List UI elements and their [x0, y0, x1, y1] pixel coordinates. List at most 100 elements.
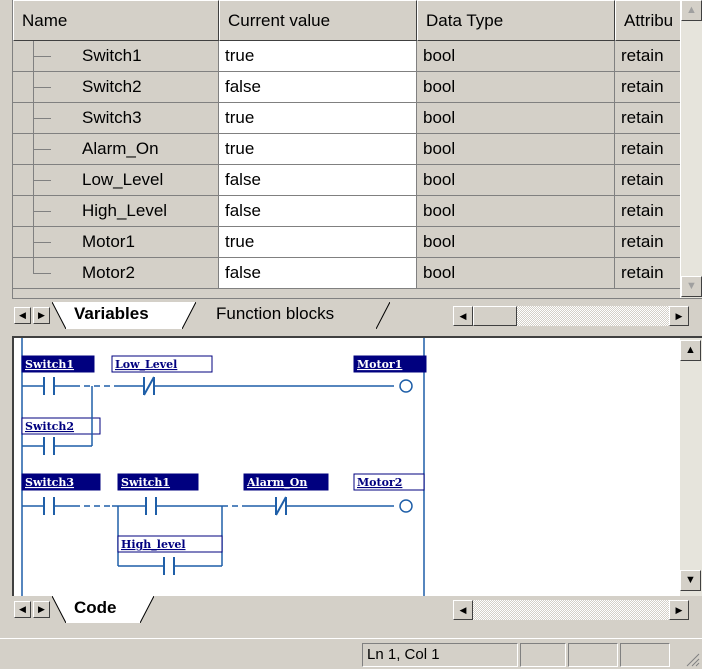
table-row[interactable]: Motor1 true bool retain: [13, 227, 680, 258]
label-text: Low_Level: [115, 358, 177, 372]
cell-data-type[interactable]: bool: [417, 227, 615, 258]
tab-scroll-left-icon[interactable]: ◀: [14, 601, 31, 618]
cell-attribute[interactable]: retain: [615, 258, 680, 289]
scroll-right-arrow-icon[interactable]: ▶: [669, 306, 689, 326]
cell-data-type[interactable]: bool: [417, 41, 615, 72]
tab-scroll-right-icon[interactable]: ▶: [33, 601, 50, 618]
variable-name: Switch2: [82, 77, 142, 96]
scroll-up-arrow-icon[interactable]: ▲: [681, 0, 702, 21]
horizontal-scroll-track[interactable]: [473, 600, 669, 620]
scroll-left-arrow-icon[interactable]: ◀: [453, 600, 473, 620]
grid-horizontal-scrollbar[interactable]: ◀ ▶: [452, 305, 690, 327]
table-row[interactable]: Switch3 true bool retain: [13, 103, 680, 134]
cell-current-value[interactable]: true: [219, 103, 417, 134]
tab-variables[interactable]: Variables: [66, 302, 182, 329]
type-text: bool: [423, 170, 456, 189]
type-text: bool: [423, 46, 456, 65]
status-bar: Ln 1, Col 1: [0, 638, 702, 669]
grid-vertical-scrollbar[interactable]: ▲ ▼: [680, 0, 702, 298]
scroll-left-arrow-icon[interactable]: ◀: [453, 306, 473, 326]
column-header-current-value[interactable]: Current value: [219, 0, 417, 41]
cell-data-type[interactable]: bool: [417, 258, 615, 289]
scroll-right-arrow-icon[interactable]: ▶: [669, 600, 689, 620]
cell-attribute[interactable]: retain: [615, 72, 680, 103]
status-panel: [568, 643, 618, 667]
cell-current-value[interactable]: false: [219, 196, 417, 227]
variables-grid: Name Current value Data Type Attribu Swi…: [12, 0, 680, 298]
contact-label[interactable]: Switch1: [21, 355, 95, 373]
table-row[interactable]: Low_Level false bool retain: [13, 165, 680, 196]
tree-line: [33, 273, 51, 274]
cell-name[interactable]: Motor2: [13, 258, 219, 289]
cell-name[interactable]: Switch1: [13, 41, 219, 72]
scroll-down-arrow-icon[interactable]: ▼: [680, 570, 701, 591]
variable-name: Low_Level: [82, 170, 164, 189]
cell-data-type[interactable]: bool: [417, 134, 615, 165]
tab-scroll-right-icon[interactable]: ▶: [33, 307, 50, 324]
value-text: false: [225, 77, 261, 96]
cell-name[interactable]: Low_Level: [13, 165, 219, 196]
cell-current-value[interactable]: false: [219, 72, 417, 103]
contact-label[interactable]: Switch1: [117, 473, 199, 491]
tree-line: [33, 149, 51, 150]
table-row[interactable]: Motor2 false bool retain: [13, 258, 680, 289]
cell-data-type[interactable]: bool: [417, 103, 615, 134]
label-text: Motor2: [357, 476, 402, 489]
cell-current-value[interactable]: false: [219, 165, 417, 196]
tree-line: [33, 180, 51, 181]
cell-name[interactable]: High_Level: [13, 196, 219, 227]
cell-name[interactable]: Switch3: [13, 103, 219, 134]
attr-text: retain: [621, 108, 664, 127]
scroll-down-arrow-icon[interactable]: ▼: [681, 276, 702, 297]
contact-label[interactable]: Switch2: [21, 417, 101, 435]
cell-attribute[interactable]: retain: [615, 227, 680, 258]
contact-label[interactable]: Low_Level: [111, 355, 213, 373]
contact-label[interactable]: Switch3: [21, 473, 101, 491]
tab-function-blocks[interactable]: Function blocks: [196, 302, 376, 329]
contact-label[interactable]: Motor1: [353, 355, 427, 373]
type-text: bool: [423, 232, 456, 251]
tab-variables-label: Variables: [74, 304, 149, 323]
cell-current-value[interactable]: true: [219, 134, 417, 165]
tab-scroll-left-icon[interactable]: ◀: [14, 307, 31, 324]
cell-attribute[interactable]: retain: [615, 134, 680, 165]
cell-name[interactable]: Switch2: [13, 72, 219, 103]
column-header-name[interactable]: Name: [13, 0, 219, 41]
scroll-up-arrow-icon[interactable]: ▲: [680, 340, 701, 361]
code-vertical-scrollbar[interactable]: ▲ ▼: [680, 338, 702, 596]
cell-current-value[interactable]: false: [219, 258, 417, 289]
cell-name[interactable]: Alarm_On: [13, 134, 219, 165]
tab-code-label: Code: [74, 598, 117, 617]
ladder-diagram[interactable]: Switch1 Low_Level Motor1 Switch2 Switch3 Swit…: [14, 338, 464, 596]
contact-label[interactable]: High_level: [117, 535, 223, 553]
table-row[interactable]: Alarm_On true bool retain: [13, 134, 680, 165]
cell-attribute[interactable]: retain: [615, 103, 680, 134]
column-header-attribute[interactable]: Attribu: [615, 0, 680, 41]
cell-current-value[interactable]: true: [219, 41, 417, 72]
attr-text: retain: [621, 263, 664, 282]
cell-attribute[interactable]: retain: [615, 41, 680, 72]
cell-current-value[interactable]: true: [219, 227, 417, 258]
value-text: true: [225, 108, 255, 127]
type-text: bool: [423, 263, 456, 282]
code-horizontal-scrollbar[interactable]: ◀ ▶: [452, 599, 690, 621]
tab-code[interactable]: Code: [66, 596, 140, 623]
horizontal-scroll-thumb[interactable]: [473, 306, 517, 326]
cell-attribute[interactable]: retain: [615, 165, 680, 196]
cell-data-type[interactable]: bool: [417, 72, 615, 103]
cell-data-type[interactable]: bool: [417, 196, 615, 227]
contact-label[interactable]: Alarm_On: [243, 473, 329, 491]
column-header-data-type[interactable]: Data Type: [417, 0, 615, 41]
code-editor-pane[interactable]: Switch1 Low_Level Motor1 Switch2 Switch3 Swit…: [12, 336, 702, 596]
table-row[interactable]: High_Level false bool retain: [13, 196, 680, 227]
cell-name[interactable]: Motor1: [13, 227, 219, 258]
size-grip-icon[interactable]: [684, 651, 700, 667]
cell-data-type[interactable]: bool: [417, 165, 615, 196]
cell-attribute[interactable]: retain: [615, 196, 680, 227]
value-text: false: [225, 170, 261, 189]
contact-label[interactable]: Motor2: [353, 473, 425, 491]
table-row[interactable]: Switch2 false bool retain: [13, 72, 680, 103]
label-text: High_level: [121, 538, 186, 552]
tab-edge-right: [140, 596, 154, 623]
table-row[interactable]: Switch1 true bool retain: [13, 41, 680, 72]
